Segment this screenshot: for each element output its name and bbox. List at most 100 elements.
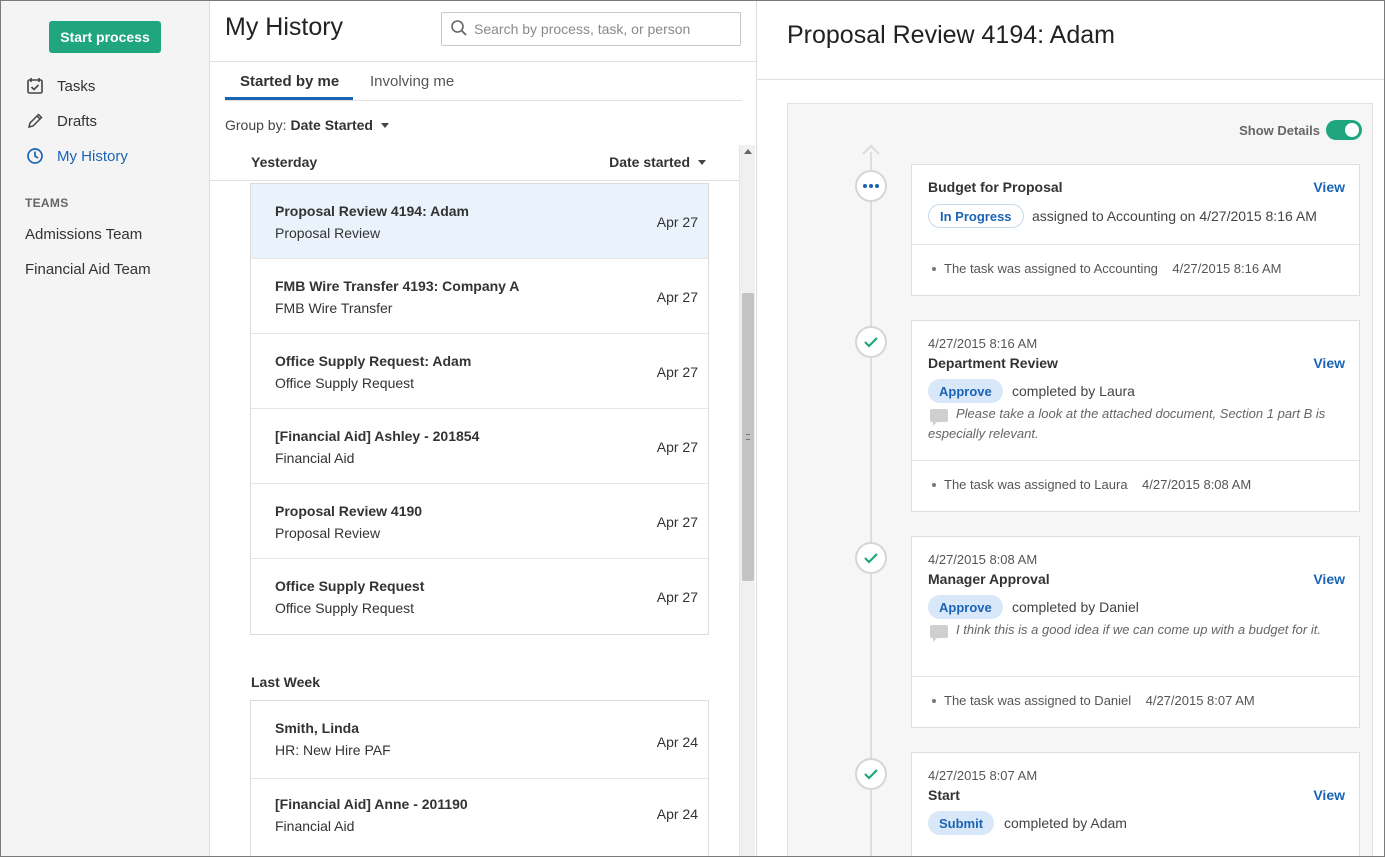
- item-process: FMB Wire Transfer: [275, 300, 393, 316]
- timeline-event: Budget for Proposal View In Progress ass…: [911, 164, 1360, 296]
- nav-item-label: My History: [57, 147, 128, 165]
- status-badge: Approve: [928, 595, 1003, 619]
- timeline-line: [870, 152, 872, 856]
- ellipsis-icon: [863, 184, 879, 188]
- view-link[interactable]: View: [1313, 179, 1345, 195]
- view-link[interactable]: View: [1313, 571, 1345, 587]
- event-subnote: The task was assigned to Laura 4/27/2015…: [912, 461, 1359, 511]
- event-timestamp: 4/27/2015 8:07 AM: [928, 768, 1038, 783]
- event-timestamp: 4/27/2015 8:08 AM: [928, 552, 1038, 567]
- team-item-financial-aid[interactable]: Financial Aid Team: [25, 261, 151, 278]
- divider: [757, 79, 1384, 80]
- item-process: Financial Aid: [275, 818, 355, 834]
- event-description: assigned to Accounting on 4/27/2015 8:16…: [1032, 208, 1317, 224]
- subnote-time: 4/27/2015 8:07 AM: [1145, 693, 1255, 708]
- list-item[interactable]: Proposal Review 4194: Adam Proposal Revi…: [251, 184, 708, 259]
- status-badge: In Progress: [928, 204, 1024, 228]
- search-box[interactable]: [441, 12, 741, 46]
- bullet: [932, 483, 936, 487]
- group-heading: Last Week: [251, 674, 320, 690]
- start-process-button[interactable]: Start process: [49, 21, 161, 53]
- completed-node: [855, 758, 887, 790]
- event-name: Manager Approval: [928, 571, 1050, 587]
- subnote-time: 4/27/2015 8:08 AM: [1142, 477, 1252, 492]
- subnote-message: The task was assigned to Laura: [944, 477, 1128, 492]
- detail-panel: Proposal Review 4194: Adam Show Details …: [757, 1, 1384, 856]
- team-item-admissions[interactable]: Admissions Team: [25, 226, 142, 243]
- view-link[interactable]: View: [1313, 355, 1345, 371]
- grip-icon: [746, 434, 750, 440]
- item-process: Financial Aid: [275, 450, 355, 466]
- item-process: Office Supply Request: [275, 600, 415, 616]
- chevron-down-icon: [380, 122, 389, 128]
- event-subnote: The task was assigned to Daniel 4/27/201…: [912, 677, 1359, 727]
- item-title: Office Supply Request: [275, 578, 425, 594]
- subnote-text: The task was assigned to Laura 4/27/2015…: [944, 477, 1251, 492]
- list-item[interactable]: FMB Wire Transfer 4193: Company A FMB Wi…: [251, 259, 708, 334]
- history-panel: My History Started by me Involving me Gr…: [210, 1, 757, 856]
- nav-item-drafts[interactable]: Drafts: [25, 109, 97, 133]
- item-title: Proposal Review 4194: Adam: [275, 203, 470, 219]
- item-process: Office Supply Request: [275, 375, 415, 391]
- calendar-check-icon: [25, 76, 45, 96]
- pencil-icon: [25, 111, 45, 131]
- item-title: Smith, Linda: [275, 720, 359, 736]
- list-item[interactable]: [Financial Aid] Anne - 201190 Financial …: [251, 779, 708, 856]
- event-subnote: The task was assigned to Accounting 4/27…: [912, 245, 1359, 295]
- nav-item-my-history[interactable]: My History: [25, 144, 128, 168]
- history-list-last-week: Smith, Linda HR: New Hire PAF Apr 24 [Fi…: [250, 700, 709, 856]
- chevron-down-icon: [698, 159, 706, 165]
- check-icon: [864, 769, 878, 780]
- search-input[interactable]: [474, 21, 724, 37]
- teams-heading: TEAMS: [25, 196, 69, 210]
- group-by-dropdown[interactable]: Group by: Date Started: [225, 117, 389, 133]
- view-link[interactable]: View: [1313, 787, 1345, 803]
- status-badge: Submit: [928, 811, 995, 835]
- subnote-text: The task was assigned to Accounting 4/27…: [944, 261, 1282, 276]
- tab-started-by-me[interactable]: Started by me: [240, 73, 339, 90]
- list-header: Yesterday Date started: [210, 145, 740, 181]
- scrollbar[interactable]: [739, 145, 755, 856]
- event-main: 4/27/2015 8:07 AM Start View Submit comp…: [912, 753, 1359, 856]
- subnote-text: The task was assigned to Daniel 4/27/201…: [944, 693, 1255, 708]
- item-title: FMB Wire Transfer 4193: Company A: [275, 278, 520, 294]
- bullet: [932, 699, 936, 703]
- completed-node: [855, 326, 887, 358]
- event-main: Budget for Proposal View In Progress ass…: [912, 165, 1359, 245]
- show-details-toggle[interactable]: [1326, 120, 1362, 140]
- detail-title: Proposal Review 4194: Adam: [787, 21, 1115, 49]
- event-description: completed by Daniel: [1012, 599, 1139, 615]
- timeline-area: Show Details Budget for Proposal View In…: [787, 103, 1373, 856]
- event-comment: I think this is a good idea if we can co…: [956, 622, 1321, 637]
- scrollbar-thumb[interactable]: [742, 293, 754, 581]
- list-item[interactable]: Proposal Review 4190 Proposal Review Apr…: [251, 484, 708, 559]
- timeline-event: 4/27/2015 8:16 AM Department Review View…: [911, 320, 1360, 512]
- subnote-message: The task was assigned to Daniel: [944, 693, 1132, 708]
- show-details-label: Show Details: [1239, 122, 1320, 138]
- event-description: completed by Adam: [1004, 815, 1127, 831]
- scroll-up-icon[interactable]: [744, 149, 752, 154]
- nav-item-label: Tasks: [57, 77, 96, 95]
- item-process: Proposal Review: [275, 225, 381, 241]
- nav-item-label: Drafts: [57, 112, 98, 130]
- item-title: Office Supply Request: Adam: [275, 353, 472, 369]
- event-main: 4/27/2015 8:08 AM Manager Approval View …: [912, 537, 1359, 677]
- tab-involving-me[interactable]: Involving me: [370, 73, 454, 90]
- list-item[interactable]: Office Supply Request: Adam Office Suppl…: [251, 334, 708, 409]
- item-date: Apr 27: [656, 589, 698, 605]
- bullet: [932, 267, 936, 271]
- event-name: Start: [928, 787, 960, 803]
- item-title: [Financial Aid] Anne - 201190: [275, 796, 468, 812]
- completed-node: [855, 542, 887, 574]
- sort-by-date-button[interactable]: Date started: [609, 154, 706, 170]
- nav-item-tasks[interactable]: Tasks: [25, 74, 95, 98]
- group-by-label: Group by:: [225, 117, 287, 133]
- item-process: Proposal Review: [275, 525, 381, 541]
- list-item[interactable]: [Financial Aid] Ashley - 201854 Financia…: [251, 409, 708, 484]
- timeline-event: 4/27/2015 8:08 AM Manager Approval View …: [911, 536, 1360, 728]
- list-item[interactable]: Smith, Linda HR: New Hire PAF Apr 24: [251, 701, 708, 779]
- left-nav: Start process Tasks Drafts My History TE…: [1, 1, 210, 856]
- item-date: Apr 24: [656, 734, 698, 750]
- list-item[interactable]: Office Supply Request Office Supply Requ…: [251, 559, 708, 634]
- timeline-event: 4/27/2015 8:07 AM Start View Submit comp…: [911, 752, 1360, 856]
